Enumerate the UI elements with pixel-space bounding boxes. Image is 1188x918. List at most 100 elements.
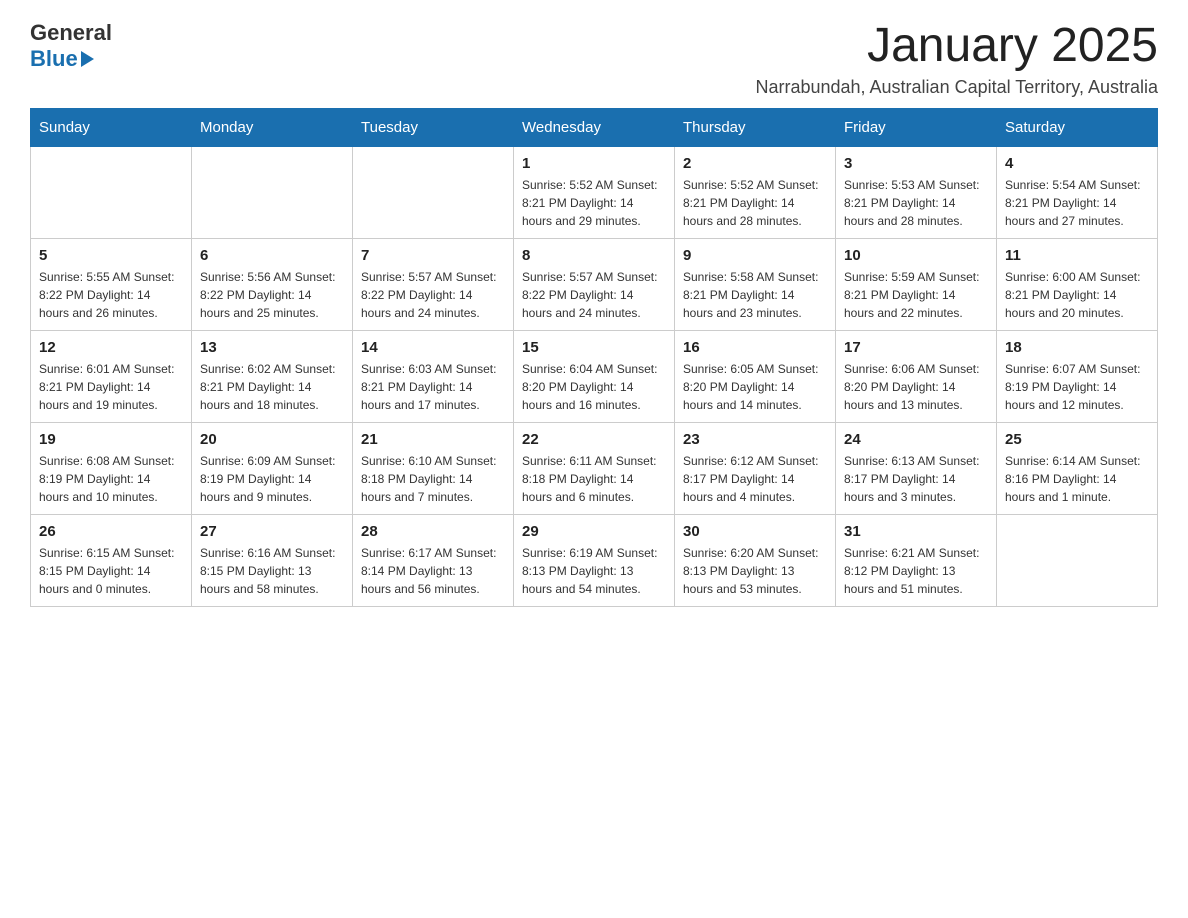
calendar-cell: 17 Sunrise: 6:06 AM Sunset: 8:20 PM Dayli… [836,330,997,422]
calendar-cell: 8Sunrise: 5:57 AM Sunset: 8:22 PM Daylig… [514,238,675,330]
day-number: 16 [683,339,827,356]
calendar-cell: 22 Sunrise: 6:11 AM Sunset: 8:18 PM Dayli… [514,422,675,514]
day-info: Sunrise: 5:54 AM Sunset: 8:21 PM Dayligh… [1005,176,1149,230]
day-number: 9 [683,247,827,264]
calendar-cell: 13 Sunrise: 6:02 AM Sunset: 8:21 PM Dayli… [192,330,353,422]
day-number: 21 [361,431,505,448]
day-info: Sunrise: 6:00 AM Sunset: 8:21 PM Dayligh… [1005,268,1149,322]
calendar-cell: 16 Sunrise: 6:05 AM Sunset: 8:20 PM Dayli… [675,330,836,422]
calendar-cell: 12 Sunrise: 6:01 AM Sunset: 8:21 PM Dayli… [31,330,192,422]
main-title: January 2025 [755,20,1158,73]
day-info: Sunrise: 6:05 AM Sunset: 8:20 PM Dayligh… [683,360,827,414]
calendar-cell [353,146,514,238]
day-info: Sunrise: 6:07 AM Sunset: 8:19 PM Dayligh… [1005,360,1149,414]
calendar-cell [192,146,353,238]
calendar-day-header: Thursday [675,108,836,146]
day-info: Sunrise: 5:58 AM Sunset: 8:21 PM Dayligh… [683,268,827,322]
calendar-cell: 9 Sunrise: 5:58 AM Sunset: 8:21 PM Daylig… [675,238,836,330]
day-number: 7 [361,247,505,264]
day-info: Sunrise: 6:01 AM Sunset: 8:21 PM Dayligh… [39,360,183,414]
calendar-day-header: Tuesday [353,108,514,146]
day-number: 24 [844,431,988,448]
logo-blue-text: Blue [30,46,78,72]
day-number: 2 [683,155,827,172]
day-number: 6 [200,247,344,264]
calendar-cell: 19 Sunrise: 6:08 AM Sunset: 8:19 PM Dayli… [31,422,192,514]
day-info: Sunrise: 6:13 AM Sunset: 8:17 PM Dayligh… [844,452,988,506]
calendar-cell: 21 Sunrise: 6:10 AM Sunset: 8:18 PM Dayli… [353,422,514,514]
calendar-cell: 24 Sunrise: 6:13 AM Sunset: 8:17 PM Dayli… [836,422,997,514]
day-info: Sunrise: 6:03 AM Sunset: 8:21 PM Dayligh… [361,360,505,414]
calendar-cell: 28 Sunrise: 6:17 AM Sunset: 8:14 PM Dayli… [353,514,514,606]
day-number: 28 [361,523,505,540]
calendar-cell: 1Sunrise: 5:52 AM Sunset: 8:21 PM Daylig… [514,146,675,238]
day-info: Sunrise: 6:08 AM Sunset: 8:19 PM Dayligh… [39,452,183,506]
calendar-cell: 18 Sunrise: 6:07 AM Sunset: 8:19 PM Dayli… [997,330,1158,422]
day-info: Sunrise: 5:59 AM Sunset: 8:21 PM Dayligh… [844,268,988,322]
logo-general-text: General [30,20,112,46]
calendar-cell: 10 Sunrise: 5:59 AM Sunset: 8:21 PM Dayli… [836,238,997,330]
calendar-cell: 4 Sunrise: 5:54 AM Sunset: 8:21 PM Daylig… [997,146,1158,238]
day-number: 13 [200,339,344,356]
day-number: 4 [1005,155,1149,172]
calendar-cell: 11 Sunrise: 6:00 AM Sunset: 8:21 PM Dayli… [997,238,1158,330]
calendar-header-row: SundayMondayTuesdayWednesdayThursdayFrid… [31,108,1158,146]
calendar-week-row: 1Sunrise: 5:52 AM Sunset: 8:21 PM Daylig… [31,146,1158,238]
title-section: January 2025 Narrabundah, Australian Cap… [755,20,1158,98]
day-number: 30 [683,523,827,540]
calendar-cell: 6 Sunrise: 5:56 AM Sunset: 8:22 PM Daylig… [192,238,353,330]
day-info: Sunrise: 5:56 AM Sunset: 8:22 PM Dayligh… [200,268,344,322]
calendar-cell: 5 Sunrise: 5:55 AM Sunset: 8:22 PM Daylig… [31,238,192,330]
calendar-cell [997,514,1158,606]
calendar-cell: 15Sunrise: 6:04 AM Sunset: 8:20 PM Dayli… [514,330,675,422]
day-number: 27 [200,523,344,540]
calendar-cell: 23 Sunrise: 6:12 AM Sunset: 8:17 PM Dayli… [675,422,836,514]
day-info: Sunrise: 5:53 AM Sunset: 8:21 PM Dayligh… [844,176,988,230]
calendar-day-header: Wednesday [514,108,675,146]
day-number: 22 [522,431,666,448]
day-number: 18 [1005,339,1149,356]
day-number: 15 [522,339,666,356]
logo: General Blue [30,20,112,72]
day-info: Sunrise: 5:52 AM Sunset: 8:21 PM Dayligh… [522,176,666,230]
day-info: Sunrise: 6:12 AM Sunset: 8:17 PM Dayligh… [683,452,827,506]
day-number: 19 [39,431,183,448]
day-number: 8 [522,247,666,264]
calendar-cell: 3Sunrise: 5:53 AM Sunset: 8:21 PM Daylig… [836,146,997,238]
subtitle: Narrabundah, Australian Capital Territor… [755,77,1158,98]
calendar-week-row: 5 Sunrise: 5:55 AM Sunset: 8:22 PM Daylig… [31,238,1158,330]
day-info: Sunrise: 6:02 AM Sunset: 8:21 PM Dayligh… [200,360,344,414]
logo-triangle-icon [81,51,94,67]
day-number: 23 [683,431,827,448]
day-info: Sunrise: 6:11 AM Sunset: 8:18 PM Dayligh… [522,452,666,506]
day-info: Sunrise: 5:55 AM Sunset: 8:22 PM Dayligh… [39,268,183,322]
day-info: Sunrise: 6:21 AM Sunset: 8:12 PM Dayligh… [844,544,988,598]
day-number: 12 [39,339,183,356]
day-number: 29 [522,523,666,540]
calendar-cell: 14Sunrise: 6:03 AM Sunset: 8:21 PM Dayli… [353,330,514,422]
day-info: Sunrise: 6:20 AM Sunset: 8:13 PM Dayligh… [683,544,827,598]
day-number: 20 [200,431,344,448]
calendar-cell: 7 Sunrise: 5:57 AM Sunset: 8:22 PM Daylig… [353,238,514,330]
day-info: Sunrise: 5:57 AM Sunset: 8:22 PM Dayligh… [361,268,505,322]
calendar-day-header: Sunday [31,108,192,146]
day-number: 17 [844,339,988,356]
day-info: Sunrise: 6:09 AM Sunset: 8:19 PM Dayligh… [200,452,344,506]
day-info: Sunrise: 6:14 AM Sunset: 8:16 PM Dayligh… [1005,452,1149,506]
day-info: Sunrise: 6:06 AM Sunset: 8:20 PM Dayligh… [844,360,988,414]
day-number: 10 [844,247,988,264]
day-info: Sunrise: 6:15 AM Sunset: 8:15 PM Dayligh… [39,544,183,598]
day-info: Sunrise: 6:16 AM Sunset: 8:15 PM Dayligh… [200,544,344,598]
calendar-cell: 30 Sunrise: 6:20 AM Sunset: 8:13 PM Dayli… [675,514,836,606]
calendar-day-header: Saturday [997,108,1158,146]
day-info: Sunrise: 6:10 AM Sunset: 8:18 PM Dayligh… [361,452,505,506]
day-number: 5 [39,247,183,264]
calendar-week-row: 26Sunrise: 6:15 AM Sunset: 8:15 PM Dayli… [31,514,1158,606]
calendar-cell [31,146,192,238]
day-info: Sunrise: 6:17 AM Sunset: 8:14 PM Dayligh… [361,544,505,598]
calendar-week-row: 12 Sunrise: 6:01 AM Sunset: 8:21 PM Dayli… [31,330,1158,422]
day-info: Sunrise: 6:19 AM Sunset: 8:13 PM Dayligh… [522,544,666,598]
calendar-cell: 29 Sunrise: 6:19 AM Sunset: 8:13 PM Dayli… [514,514,675,606]
calendar-cell: 2Sunrise: 5:52 AM Sunset: 8:21 PM Daylig… [675,146,836,238]
day-number: 11 [1005,247,1149,264]
